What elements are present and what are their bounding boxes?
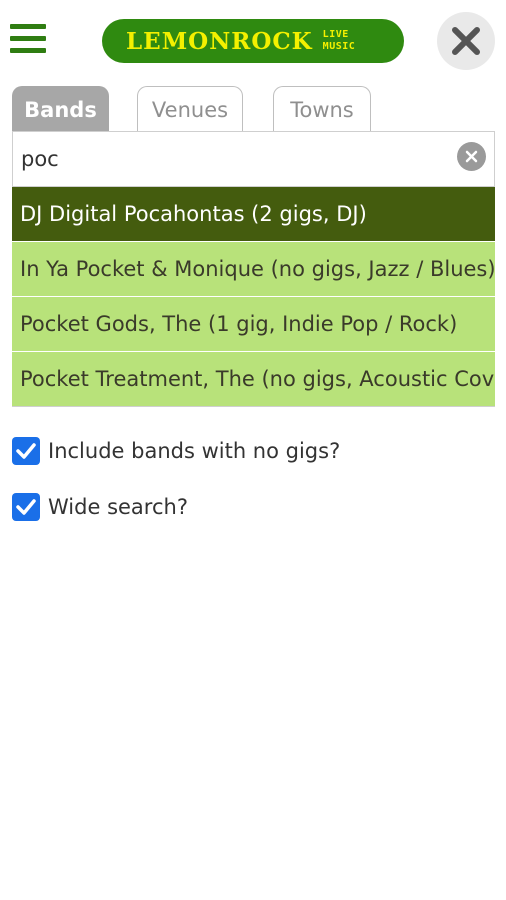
include-no-gigs-label: Include bands with no gigs? bbox=[48, 439, 341, 463]
lemonrock-logo[interactable]: LEMONROCK LIVE MUSIC bbox=[102, 19, 404, 63]
include-no-gigs-checkbox[interactable] bbox=[12, 437, 40, 465]
logo-title: LEMONROCK bbox=[126, 27, 313, 55]
close-icon bbox=[452, 27, 480, 55]
result-item[interactable]: In Ya Pocket & Monique (no gigs, Jazz / … bbox=[12, 242, 495, 297]
checkmark-icon bbox=[16, 499, 36, 515]
tab-bands[interactable]: Bands bbox=[12, 86, 109, 132]
tab-towns[interactable]: Towns bbox=[273, 86, 371, 132]
include-no-gigs-option: Include bands with no gigs? bbox=[12, 436, 340, 466]
close-button[interactable] bbox=[437, 12, 495, 70]
wide-search-label: Wide search? bbox=[48, 495, 188, 519]
clear-search-button[interactable] bbox=[457, 142, 486, 171]
wide-search-checkbox[interactable] bbox=[12, 493, 40, 521]
result-item[interactable]: DJ Digital Pocahontas (2 gigs, DJ) bbox=[12, 187, 495, 242]
lemonrock-search-page: LEMONROCK LIVE MUSIC Bands Venues Towns … bbox=[0, 0, 506, 900]
search-results-list: DJ Digital Pocahontas (2 gigs, DJ) In Ya… bbox=[12, 187, 495, 407]
logo-subtitle: LIVE MUSIC bbox=[323, 29, 356, 53]
menu-icon[interactable] bbox=[10, 22, 48, 56]
clear-search-icon bbox=[465, 150, 478, 163]
menu-icon-bar bbox=[10, 48, 46, 53]
result-item[interactable]: Pocket Gods, The (1 gig, Indie Pop / Roc… bbox=[12, 297, 495, 352]
result-item[interactable]: Pocket Treatment, The (no gigs, Acoustic… bbox=[12, 352, 495, 407]
tab-venues[interactable]: Venues bbox=[137, 86, 243, 132]
search-box bbox=[12, 131, 495, 187]
logo-subtitle-line-2: MUSIC bbox=[322, 41, 356, 52]
search-input[interactable] bbox=[13, 132, 443, 186]
checkmark-icon bbox=[16, 443, 36, 459]
logo-subtitle-line-1: LIVE bbox=[322, 29, 349, 40]
menu-icon-bar bbox=[10, 24, 46, 29]
wide-search-option: Wide search? bbox=[12, 492, 188, 522]
menu-icon-bar bbox=[10, 36, 46, 41]
